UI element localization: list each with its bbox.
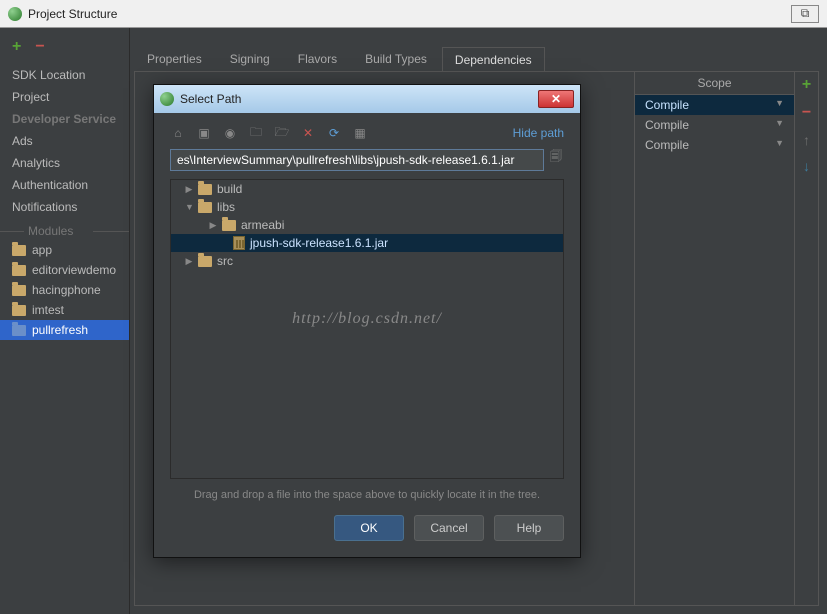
sidebar-module-editorviewdemo[interactable]: editorviewdemo [0, 260, 129, 280]
sidebar-item-ads[interactable]: Ads [0, 130, 129, 152]
app-icon [8, 7, 22, 21]
app-icon [160, 92, 174, 106]
close-icon[interactable]: ✕ [538, 90, 574, 108]
collapse-icon[interactable]: ▼ [185, 202, 193, 212]
sidebar-item-auth[interactable]: Authentication [0, 174, 129, 196]
sidebar-section-modules: Modules [0, 218, 129, 240]
folder-icon [12, 265, 26, 276]
dep-side-toolbar: + − ↑ ↓ [794, 72, 818, 605]
path-input[interactable] [170, 149, 544, 171]
drop-hint: Drag and drop a file into the space abov… [170, 479, 564, 515]
sidebar-module-hacingphone[interactable]: hacingphone [0, 280, 129, 300]
remove-icon[interactable]: − [802, 104, 811, 122]
tree-label: src [217, 254, 233, 268]
scope-row[interactable]: Compile ▼ [635, 135, 794, 155]
remove-icon[interactable]: − [35, 38, 44, 56]
expand-icon[interactable]: ▶ [185, 256, 193, 267]
module-icon[interactable]: ◉ [222, 125, 238, 141]
show-hidden-icon[interactable]: ▦ [352, 125, 368, 141]
chevron-down-icon: ▼ [775, 98, 784, 112]
jar-icon [233, 236, 245, 250]
dialog-toolbar: ⌂ ▣ ◉ 🗀 🗁 ✕ ⟳ ▦ Hide path [170, 125, 564, 141]
tree-row[interactable]: ▶ armeabi [171, 216, 563, 234]
scope-value: Compile [645, 118, 689, 132]
module-label: hacingphone [32, 283, 101, 297]
expand-icon[interactable]: ▶ [185, 184, 193, 195]
sidebar-module-imtest[interactable]: imtest [0, 300, 129, 320]
delete-icon[interactable]: ✕ [300, 125, 316, 141]
tab-buildtypes[interactable]: Build Types [352, 46, 440, 72]
hide-path-link[interactable]: Hide path [513, 126, 564, 140]
cancel-button[interactable]: Cancel [414, 515, 484, 541]
folder-icon [12, 325, 26, 336]
window-title: Project Structure [28, 7, 117, 21]
tree-row-selected[interactable]: jpush-sdk-release1.6.1.jar [171, 234, 563, 252]
tab-signing[interactable]: Signing [217, 46, 283, 72]
tree-row[interactable]: ▼ libs [171, 198, 563, 216]
sidebar-module-pullrefresh[interactable]: pullrefresh [0, 320, 129, 340]
scope-header: Scope [635, 72, 794, 95]
module-label: app [32, 243, 52, 257]
scope-value: Compile [645, 138, 689, 152]
sidebar-item-notifications[interactable]: Notifications [0, 196, 129, 218]
new-folder-icon[interactable]: 🗀 [248, 125, 264, 141]
expand-icon[interactable]: ▶ [209, 220, 217, 231]
sidebar-toolbar: + − [0, 38, 129, 64]
refresh-icon[interactable]: ⟳ [326, 125, 342, 141]
tree-row[interactable]: ▶ build [171, 180, 563, 198]
folder-icon [12, 305, 26, 316]
tab-flavors[interactable]: Flavors [285, 46, 350, 72]
tab-properties[interactable]: Properties [134, 46, 215, 72]
scope-row[interactable]: Compile ▼ [635, 115, 794, 135]
tree-row[interactable]: ▶ src [171, 252, 563, 270]
folder-icon [198, 256, 212, 267]
module-label: pullrefresh [32, 323, 88, 337]
tree-label: jpush-sdk-release1.6.1.jar [250, 236, 388, 250]
scope-row[interactable]: Compile ▼ [635, 95, 794, 115]
sidebar-item-analytics[interactable]: Analytics [0, 152, 129, 174]
folder-icon [198, 202, 212, 213]
sidebar-module-app[interactable]: app [0, 240, 129, 260]
move-down-icon[interactable]: ↓ [803, 158, 810, 174]
history-icon[interactable]: 🗐 [548, 149, 564, 165]
module-label: editorviewdemo [32, 263, 116, 277]
tree-label: build [217, 182, 242, 196]
path-row: 🗐 [170, 149, 564, 171]
sidebar-item-project[interactable]: Project [0, 86, 129, 108]
chevron-down-icon: ▼ [775, 138, 784, 152]
folder-icon [12, 285, 26, 296]
file-tree[interactable]: ▶ build ▼ libs ▶ armeabi jpush-sdk-release1… [170, 179, 564, 479]
module-label: imtest [32, 303, 64, 317]
scope-column: Scope Compile ▼ Compile ▼ Compile ▼ [634, 72, 794, 605]
sidebar-header-devservices: Developer Service [0, 108, 129, 130]
tree-label: libs [217, 200, 235, 214]
select-path-dialog: Select Path ✕ ⌂ ▣ ◉ 🗀 🗁 ✕ ⟳ ▦ Hide path … [153, 84, 581, 558]
open-folder-icon[interactable]: 🗁 [274, 125, 290, 141]
tabs: Properties Signing Flavors Build Types D… [130, 28, 827, 72]
dialog-body: ⌂ ▣ ◉ 🗀 🗁 ✕ ⟳ ▦ Hide path 🗐 ▶ build ▼ libs… [154, 113, 580, 557]
folder-icon [222, 220, 236, 231]
sidebar-item-sdk[interactable]: SDK Location [0, 64, 129, 86]
tab-dependencies[interactable]: Dependencies [442, 47, 545, 72]
move-up-icon[interactable]: ↑ [803, 132, 810, 148]
ok-button[interactable]: OK [334, 515, 404, 541]
add-icon[interactable]: + [12, 38, 21, 56]
dialog-titlebar[interactable]: Select Path ✕ [154, 85, 580, 113]
dialog-title: Select Path [180, 92, 241, 106]
dialog-buttons: OK Cancel Help [170, 515, 564, 543]
home-icon[interactable]: ⌂ [170, 125, 186, 141]
folder-icon [12, 245, 26, 256]
chevron-down-icon: ▼ [775, 118, 784, 132]
sidebar: + − SDK Location Project Developer Servi… [0, 28, 130, 614]
add-icon[interactable]: + [802, 76, 811, 94]
scope-value: Compile [645, 98, 689, 112]
window-sys-button[interactable]: ⧉ [791, 5, 819, 23]
help-button[interactable]: Help [494, 515, 564, 541]
watermark: http://blog.csdn.net/ [292, 310, 442, 328]
folder-icon [198, 184, 212, 195]
tree-label: armeabi [241, 218, 284, 232]
project-icon[interactable]: ▣ [196, 125, 212, 141]
window-titlebar: Project Structure ⧉ [0, 0, 827, 28]
